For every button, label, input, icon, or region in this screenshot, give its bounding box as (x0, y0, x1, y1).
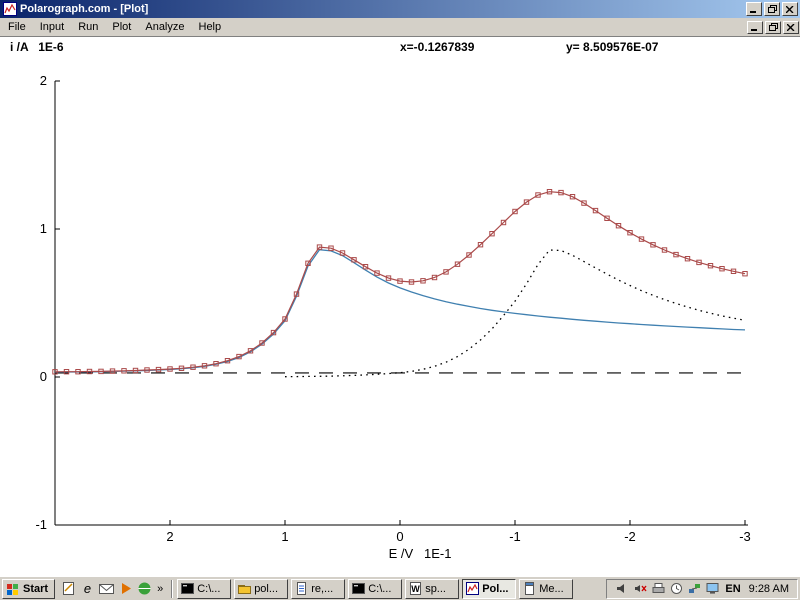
restore-icon[interactable] (764, 2, 780, 16)
svg-text:e: e (84, 581, 91, 596)
mdi-child-controls (747, 21, 799, 34)
y-tick-label: 2 (40, 73, 47, 88)
close-icon[interactable] (782, 2, 798, 16)
x-tick-label: -3 (739, 529, 751, 544)
y-tick-label: 0 (40, 369, 47, 384)
menu-help[interactable]: Help (192, 19, 229, 35)
internet-explorer-icon[interactable]: e (79, 580, 96, 597)
application-window: Polarograph.com - [Plot] File Input Run … (0, 0, 800, 600)
taskbar-button-me-document[interactable]: Me... (519, 579, 573, 599)
volume-icon[interactable] (615, 582, 629, 596)
taskbar: Start e » C:\... pol... re,... C:\... (0, 576, 800, 600)
scheduler-icon[interactable] (669, 582, 683, 596)
y-tick-label: 1 (40, 221, 47, 236)
msn-icon[interactable] (136, 580, 153, 597)
mdi-restore-icon[interactable] (765, 21, 781, 34)
polarograph-app-icon (3, 2, 17, 16)
titlebar[interactable]: Polarograph.com - [Plot] (0, 0, 800, 18)
document-icon (295, 582, 308, 595)
system-tray: EN 9:28 AM (606, 579, 798, 599)
media-player-icon[interactable] (117, 580, 134, 597)
start-label: Start (23, 583, 48, 595)
menu-file[interactable]: File (1, 19, 33, 35)
clock[interactable]: 9:28 AM (747, 583, 789, 595)
ms-dos-icon (181, 582, 194, 595)
series-total-fit (55, 192, 745, 372)
ms-dos-icon (352, 582, 365, 595)
windows-flag-icon (6, 582, 20, 596)
menubar: File Input Run Plot Analyze Help (0, 18, 800, 37)
folder-icon (238, 582, 251, 595)
menu-analyze[interactable]: Analyze (138, 19, 191, 35)
menu-run[interactable]: Run (71, 19, 105, 35)
taskbar-button-dos-1[interactable]: C:\... (177, 579, 231, 599)
x-tick-label: 1 (281, 529, 288, 544)
taskbar-divider (171, 580, 173, 598)
network-icon[interactable] (687, 582, 701, 596)
plot-canvas[interactable]: 2 1 0 -1 -2 -3 2 1 0 -1 E /V 1E-1 (0, 37, 800, 576)
plot-client-area: 2 1 0 -1 -2 -3 2 1 0 -1 E /V 1E-1 i /A 1E-6 x=-0.1… (0, 37, 800, 576)
x-tick-label: 2 (166, 529, 173, 544)
taskbar-button-polarograph[interactable]: Pol... (462, 579, 516, 599)
menu-plot[interactable]: Plot (105, 19, 138, 35)
minimize-icon[interactable] (746, 2, 762, 16)
chevron-icon[interactable]: » (155, 583, 165, 595)
polarograph-icon (466, 582, 479, 595)
mdi-close-icon[interactable] (783, 21, 799, 34)
x-tick-label: 0 (396, 529, 403, 544)
notepad-icon (523, 582, 536, 595)
outlook-express-icon[interactable] (98, 580, 115, 597)
mdi-minimize-icon[interactable] (747, 21, 763, 34)
mute-icon[interactable] (633, 582, 647, 596)
word-document-icon: W (409, 582, 422, 595)
cursor-x-readout: x=-0.1267839 (400, 40, 474, 54)
quick-launch: e » (58, 580, 167, 597)
printer-icon[interactable] (651, 582, 665, 596)
x-tick-label: -2 (624, 529, 636, 544)
window-title: Polarograph.com - [Plot] (20, 0, 746, 18)
language-indicator[interactable]: EN (723, 583, 742, 595)
menu-input[interactable]: Input (33, 19, 71, 35)
display-icon[interactable] (705, 582, 719, 596)
taskbar-button-dos-2[interactable]: C:\... (348, 579, 402, 599)
y-tick-label: -1 (35, 517, 47, 532)
x-axis-title: E /V 1E-1 (389, 546, 452, 561)
series-component-1 (55, 250, 745, 372)
taskbar-button-re-document[interactable]: re,... (291, 579, 345, 599)
svg-text:W: W (411, 584, 420, 594)
cursor-y-readout: y= 8.509576E-07 (566, 40, 658, 54)
start-button[interactable]: Start (2, 579, 55, 599)
y-axis-title: i /A 1E-6 (10, 40, 64, 54)
window-controls (746, 2, 798, 16)
show-desktop-icon[interactable] (60, 580, 77, 597)
taskbar-button-pol-folder[interactable]: pol... (234, 579, 288, 599)
taskbar-button-sp-word[interactable]: W sp... (405, 579, 459, 599)
x-tick-label: -1 (509, 529, 521, 544)
